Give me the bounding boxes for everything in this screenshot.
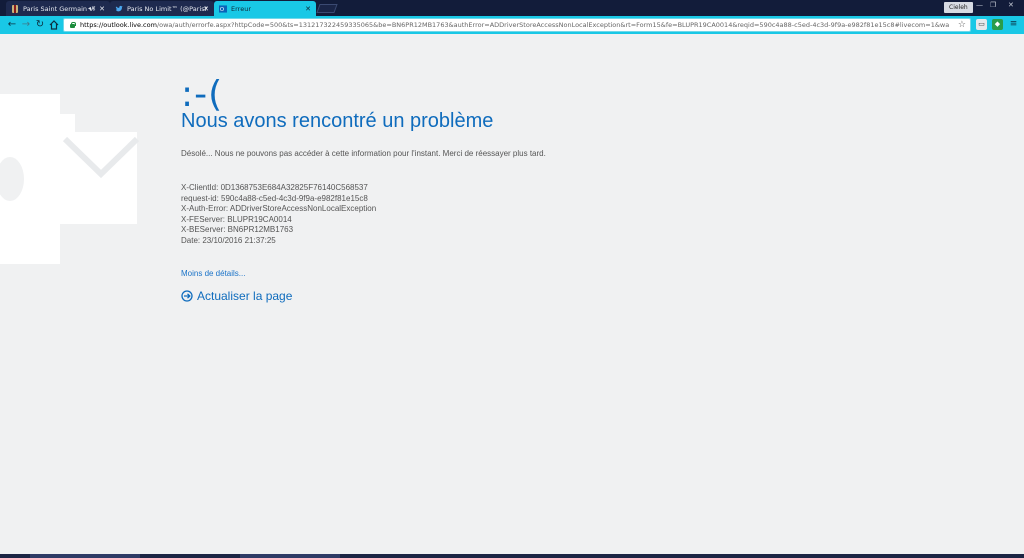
error-page: :-( Nous avons rencontré un problème Dés… xyxy=(0,34,1024,554)
less-details-link[interactable]: Moins de détails... xyxy=(181,269,245,278)
outlook-icon: O xyxy=(219,4,227,13)
detail-line: X-Auth-Error: ADDriverStoreAccessNonLoca… xyxy=(181,204,377,213)
bookmark-star-icon[interactable]: ☆ xyxy=(958,19,966,31)
detail-line: X-ClientId: 0D1368753E684A32825F76140C56… xyxy=(181,183,368,192)
svg-text:O: O xyxy=(220,7,224,13)
tab-title: Erreur xyxy=(231,4,251,13)
psg-crest-icon xyxy=(11,4,19,13)
refresh-label: Actualiser la page xyxy=(197,289,293,303)
detail-line: request-id: 590c4a88-c5ed-4c3d-9f9a-e982… xyxy=(181,193,368,203)
profile-name: Cieleh xyxy=(949,4,968,11)
close-tab-icon[interactable]: ✕ xyxy=(305,5,311,13)
outlook-watermark-icon xyxy=(0,94,140,264)
tab-erreur[interactable]: O Erreur ✕ xyxy=(214,1,316,16)
restore-icon[interactable]: ❐ xyxy=(990,1,996,9)
profile-button[interactable]: Cieleh xyxy=(944,2,973,13)
detail-line: X-BEServer: BN6PR12MB1763 xyxy=(181,225,294,234)
close-window-icon[interactable]: ✕ xyxy=(1008,1,1014,9)
close-tab-icon[interactable]: ✕ xyxy=(203,5,209,13)
browser-toolbar: ← → ↻ https://outlook.live.com/owa/auth/… xyxy=(0,16,1024,34)
page-title: Nous avons rencontré un problème xyxy=(181,110,494,132)
tab-title: Paris Saint Germain vi xyxy=(23,4,95,13)
speaker-muted-icon[interactable]: ◂× xyxy=(88,5,96,12)
close-tab-icon[interactable]: ✕ xyxy=(99,5,105,13)
tab-strip: Paris Saint Germain vi ◂× ✕ Paris No Lim… xyxy=(0,0,1024,16)
minimize-icon[interactable]: — xyxy=(976,1,983,9)
tab-psg[interactable]: Paris Saint Germain vi ◂× ✕ xyxy=(6,1,110,16)
refresh-page-link[interactable]: Actualiser la page xyxy=(181,289,292,303)
twitter-bird-icon xyxy=(115,5,123,13)
url-text: https://outlook.live.com/owa/auth/errorf… xyxy=(80,21,950,29)
back-arrow-icon[interactable]: ← xyxy=(6,19,18,31)
home-icon[interactable] xyxy=(48,19,60,31)
extension-shield-icon[interactable]: ◆ xyxy=(992,19,1003,30)
tab-twitter[interactable]: Paris No Limit™ (@ParisNoLimit) ✕ xyxy=(110,1,214,16)
os-taskbar xyxy=(0,554,1024,558)
lock-icon xyxy=(70,22,76,28)
reload-icon[interactable]: ↻ xyxy=(34,19,46,31)
error-details: X-ClientId: 0D1368753E684A32825F76140C56… xyxy=(181,183,376,246)
menu-icon[interactable]: ≡ xyxy=(1008,19,1019,30)
extension-cast-icon[interactable]: ▭ xyxy=(976,19,987,30)
address-bar[interactable]: https://outlook.live.com/owa/auth/errorf… xyxy=(63,18,971,32)
tab-title: Paris No Limit™ (@ParisNoLimit) xyxy=(127,4,207,13)
detail-line: X-FEServer: BLUPR19CA0014 xyxy=(181,214,292,224)
forward-arrow-icon[interactable]: → xyxy=(20,19,32,31)
new-tab-button[interactable] xyxy=(316,4,338,13)
detail-line: Date: 23/10/2016 21:37:25 xyxy=(181,235,276,245)
circle-arrow-right-icon xyxy=(181,290,193,302)
error-description: Désolé... Nous ne pouvons pas accéder à … xyxy=(181,149,546,158)
sad-emoticon: :-( xyxy=(181,74,224,115)
